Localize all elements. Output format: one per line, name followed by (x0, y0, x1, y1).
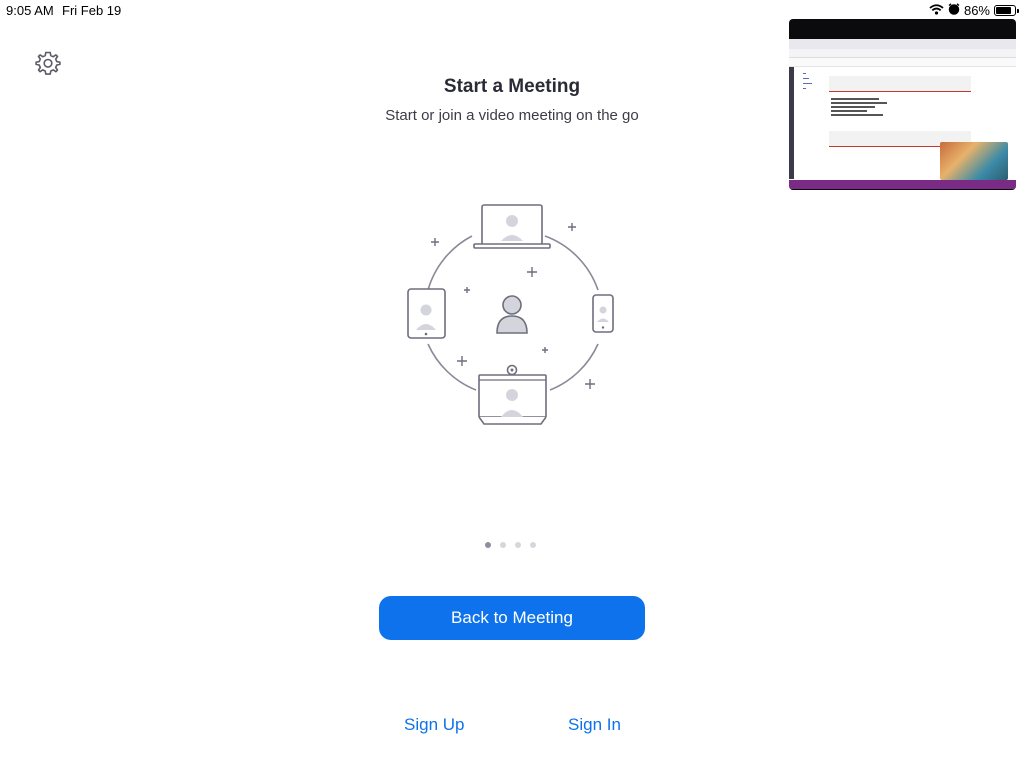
status-date: Fri Feb 19 (62, 3, 122, 18)
page-dot-3[interactable] (515, 542, 521, 548)
sign-in-link[interactable]: Sign In (568, 715, 621, 735)
page-dot-4[interactable] (530, 542, 536, 548)
browser-bookmarks-bar (789, 58, 1016, 67)
wifi-icon (929, 3, 944, 18)
status-time: 9:05 AM (6, 3, 54, 18)
preview-card-1 (829, 76, 971, 92)
status-indicators: 86% (929, 3, 1019, 18)
gear-icon[interactable] (35, 50, 61, 76)
back-to-meeting-button[interactable]: Back to Meeting (379, 596, 645, 640)
page-dot-2[interactable] (500, 542, 506, 548)
shared-screen-preview: ▬ ▬▬ ▬▬▬ ▬ (789, 39, 1016, 189)
browser-tabs-strip (789, 39, 1016, 49)
preview-nav-links: ▬ ▬▬ ▬▬▬ ▬ (803, 71, 812, 90)
preview-footer-bar (789, 180, 1016, 189)
room-display-icon (478, 364, 547, 425)
participant-video-thumbnail (940, 142, 1008, 180)
browser-address-bar (789, 49, 1016, 58)
tablet-icon (407, 288, 446, 339)
alarm-icon (948, 3, 960, 18)
page-indicator[interactable] (485, 542, 536, 548)
preview-sidebar (789, 67, 794, 179)
battery-level (996, 7, 1012, 14)
battery-icon (994, 5, 1019, 16)
user-avatar-icon (496, 295, 528, 334)
status-bar: 9:05 AM Fri Feb 19 86% (0, 0, 1024, 20)
sign-up-link[interactable]: Sign Up (404, 715, 464, 735)
battery-percent: 86% (963, 3, 990, 18)
phone-icon (592, 294, 614, 333)
meeting-preview-thumbnail[interactable]: ▬ ▬▬ ▬▬▬ ▬ (789, 19, 1016, 190)
laptop-icon (473, 204, 551, 249)
devices-illustration (400, 198, 624, 430)
preview-text-lines (831, 96, 911, 122)
page-dot-1[interactable] (485, 542, 491, 548)
